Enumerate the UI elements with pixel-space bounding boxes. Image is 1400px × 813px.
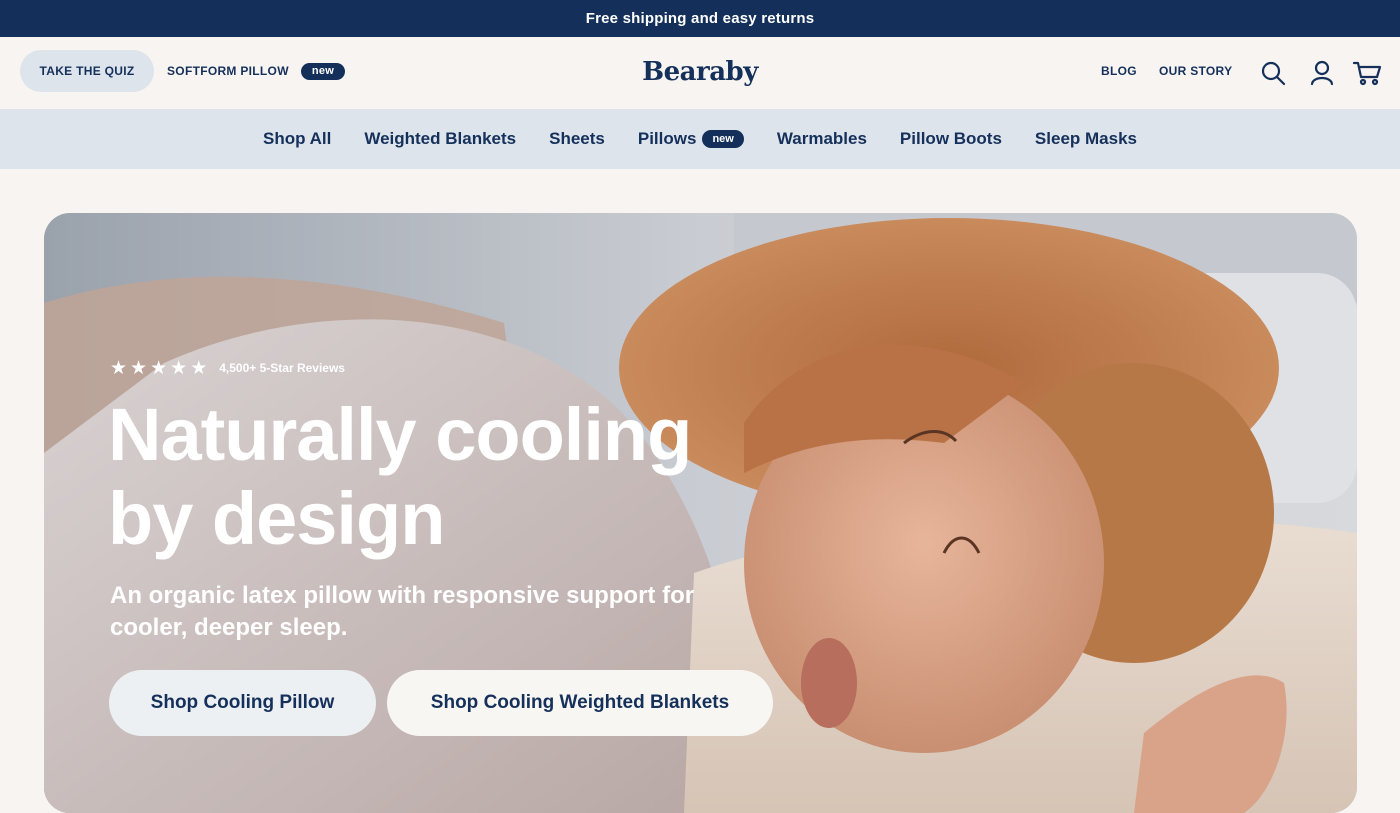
- search-icon[interactable]: [1259, 59, 1287, 87]
- logo[interactable]: Bearaby: [600, 55, 800, 89]
- shop-cooling-blankets-button[interactable]: Shop Cooling Weighted Blankets: [387, 670, 773, 736]
- account-icon[interactable]: [1308, 59, 1336, 87]
- headline-line-1: Naturally cooling: [108, 393, 692, 476]
- nav-sheets[interactable]: Sheets: [549, 129, 605, 149]
- nav-warmables[interactable]: Warmables: [777, 129, 867, 149]
- star-rating: ★ ★ ★ ★ ★: [110, 359, 207, 378]
- reviews-rating[interactable]: ★ ★ ★ ★ ★ 4,500+ 5-Star Reviews: [110, 358, 345, 378]
- star-icon: ★: [150, 357, 168, 379]
- new-badge: new: [300, 62, 346, 80]
- star-icon: ★: [190, 357, 208, 379]
- star-icon: ★: [130, 357, 148, 379]
- nav-pillow-boots[interactable]: Pillow Boots: [900, 129, 1002, 149]
- take-quiz-button[interactable]: TAKE THE QUIZ: [20, 50, 154, 92]
- nav-weighted-blankets[interactable]: Weighted Blankets: [364, 129, 516, 149]
- hero-headline: Naturally cooling by design: [108, 393, 808, 561]
- site-header: TAKE THE QUIZ SOFTFORM PILLOW new Bearab…: [0, 37, 1400, 109]
- nav-pillows[interactable]: Pillows new: [638, 129, 744, 149]
- blog-link[interactable]: BLOG: [1101, 64, 1137, 78]
- nav-shop-all[interactable]: Shop All: [263, 129, 331, 149]
- softform-label: SOFTFORM PILLOW: [167, 64, 289, 78]
- star-icon: ★: [170, 357, 188, 379]
- headline-line-2: by design: [108, 477, 445, 560]
- hero-subheadline: An organic latex pillow with responsive …: [110, 582, 695, 641]
- cart-icon[interactable]: [1352, 59, 1382, 87]
- star-icon: ★: [110, 357, 128, 379]
- reviews-count: 4,500+ 5-Star Reviews: [219, 361, 345, 375]
- category-nav: Shop All Weighted Blankets Sheets Pillow…: [0, 109, 1400, 169]
- our-story-link[interactable]: OUR STORY: [1159, 64, 1232, 78]
- nav-sleep-masks[interactable]: Sleep Masks: [1035, 129, 1137, 149]
- shop-cooling-pillow-button[interactable]: Shop Cooling Pillow: [109, 670, 376, 736]
- hero-banner: ★ ★ ★ ★ ★ 4,500+ 5-Star Reviews Naturall…: [44, 213, 1357, 813]
- announcement-bar: Free shipping and easy returns: [0, 0, 1400, 37]
- announcement-text: Free shipping and easy returns: [585, 10, 815, 27]
- new-badge: new: [702, 130, 744, 148]
- softform-pillow-link[interactable]: SOFTFORM PILLOW new: [167, 61, 346, 81]
